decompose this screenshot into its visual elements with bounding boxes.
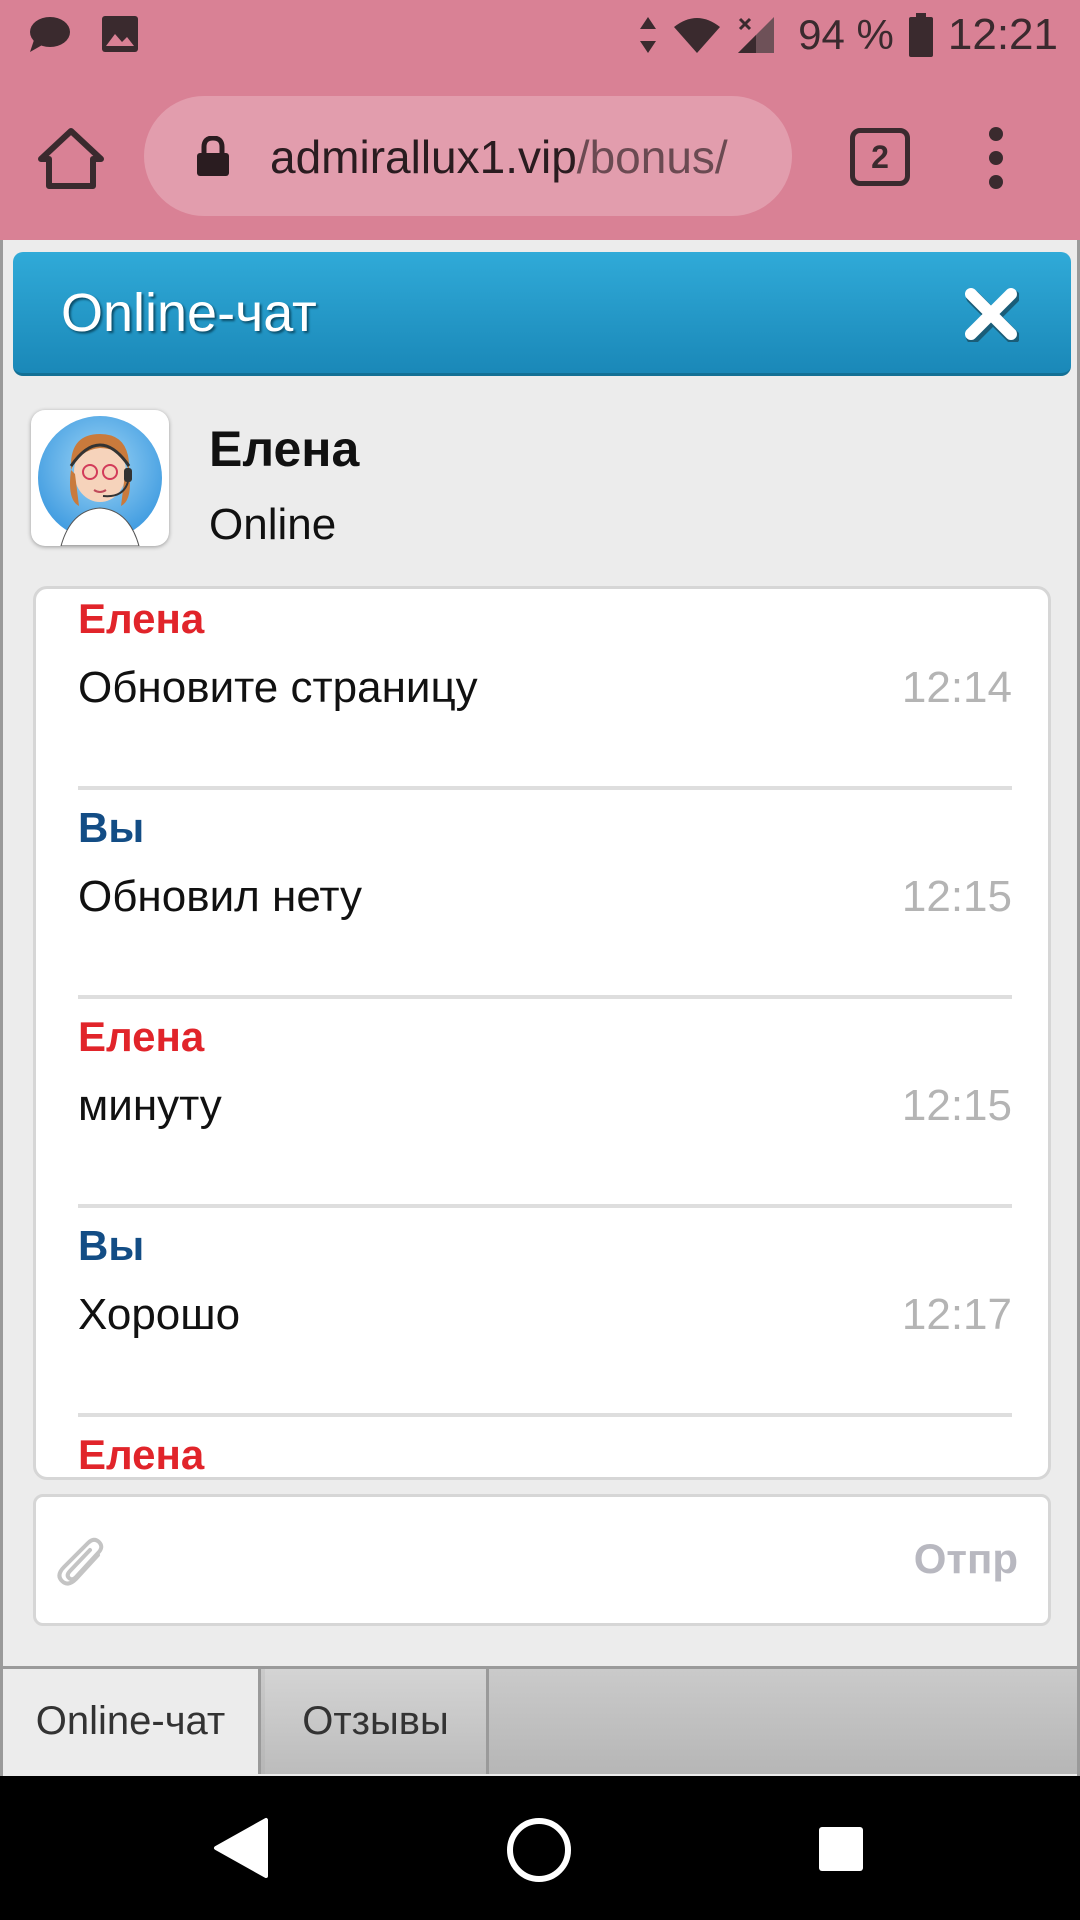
clock: 12:21 bbox=[947, 10, 1058, 59]
close-icon[interactable] bbox=[963, 286, 1019, 342]
list-item: Вы Хорошо 12:17 bbox=[78, 1208, 1012, 1417]
message-time: 12:15 bbox=[901, 872, 1012, 921]
tab-switcher-button[interactable]: 2 bbox=[850, 128, 910, 186]
list-item: Вы Обновил нету 12:15 bbox=[78, 790, 1012, 999]
url-domain: admirallux1.vip bbox=[270, 131, 577, 183]
overflow-menu-icon[interactable] bbox=[988, 126, 1004, 190]
signal-icon bbox=[738, 17, 775, 53]
avatar bbox=[31, 410, 169, 546]
data-arrows-icon bbox=[640, 17, 657, 53]
message-text: Хорошо bbox=[78, 1290, 241, 1339]
status-bar: 94 % 12:21 bbox=[0, 0, 1080, 76]
message-author: Елена bbox=[78, 1013, 205, 1060]
address-bar[interactable]: admirallux1.vip/bonus/ bbox=[144, 96, 792, 216]
message-author: Елена bbox=[78, 595, 205, 642]
message-time: 12:15 bbox=[901, 1081, 1012, 1130]
message-time: 12:17 bbox=[901, 1290, 1012, 1339]
agent-info: Елена Online bbox=[31, 410, 1031, 550]
paperclip-icon[interactable] bbox=[54, 1533, 110, 1593]
recents-icon[interactable] bbox=[818, 1826, 864, 1872]
agent-status: Online bbox=[209, 500, 337, 549]
chat-title: Online-чат bbox=[61, 283, 317, 343]
wifi-icon bbox=[674, 18, 721, 53]
tab-online-chat[interactable]: Online-чат bbox=[3, 1669, 261, 1774]
battery-percent: 94 % bbox=[798, 11, 894, 58]
message-composer: Отпр bbox=[33, 1494, 1051, 1626]
list-item: Елена минуту 12:15 bbox=[78, 999, 1012, 1208]
operator-avatar-image bbox=[38, 416, 162, 546]
list-item: Елена Обновите страницу 12:14 bbox=[78, 589, 1012, 790]
chat-bubble-icon bbox=[30, 17, 70, 52]
message-text: Обновил нету bbox=[78, 872, 363, 921]
message-list[interactable]: Елена Обновите страницу 12:14 Вы Обновил… bbox=[33, 586, 1051, 1480]
system-nav-bar bbox=[0, 1776, 1080, 1920]
lock-icon bbox=[197, 136, 229, 176]
browser-toolbar: admirallux1.vip/bonus/ 2 bbox=[0, 76, 1080, 240]
home-icon[interactable] bbox=[36, 126, 106, 190]
message-author: Вы bbox=[78, 1222, 145, 1269]
message-input[interactable] bbox=[132, 1525, 896, 1597]
message-author: Вы bbox=[78, 804, 145, 851]
tab-reviews[interactable]: Отзывы bbox=[265, 1669, 489, 1774]
send-button[interactable]: Отпр bbox=[914, 1535, 1018, 1583]
image-icon bbox=[102, 16, 138, 52]
message-text: Обновите страницу bbox=[78, 663, 478, 712]
widget-tabs: Online-чат Отзывы bbox=[3, 1666, 1077, 1774]
battery-icon bbox=[908, 13, 933, 57]
url-text: admirallux1.vip/bonus/ bbox=[270, 130, 728, 184]
url-path: /bonus/ bbox=[576, 131, 728, 183]
message-time: 12:14 bbox=[901, 663, 1012, 712]
chat-header: Online-чат bbox=[13, 252, 1071, 376]
agent-name: Елена bbox=[209, 421, 360, 477]
chat-widget: Online-чат Елена Online Елена Обновите с… bbox=[0, 240, 1080, 1776]
list-item: Елена bbox=[78, 1417, 1012, 1478]
message-text: минуту bbox=[78, 1081, 222, 1130]
message-author: Елена bbox=[78, 1431, 205, 1478]
back-icon[interactable] bbox=[212, 1816, 270, 1880]
home-circle-icon[interactable] bbox=[505, 1816, 573, 1884]
